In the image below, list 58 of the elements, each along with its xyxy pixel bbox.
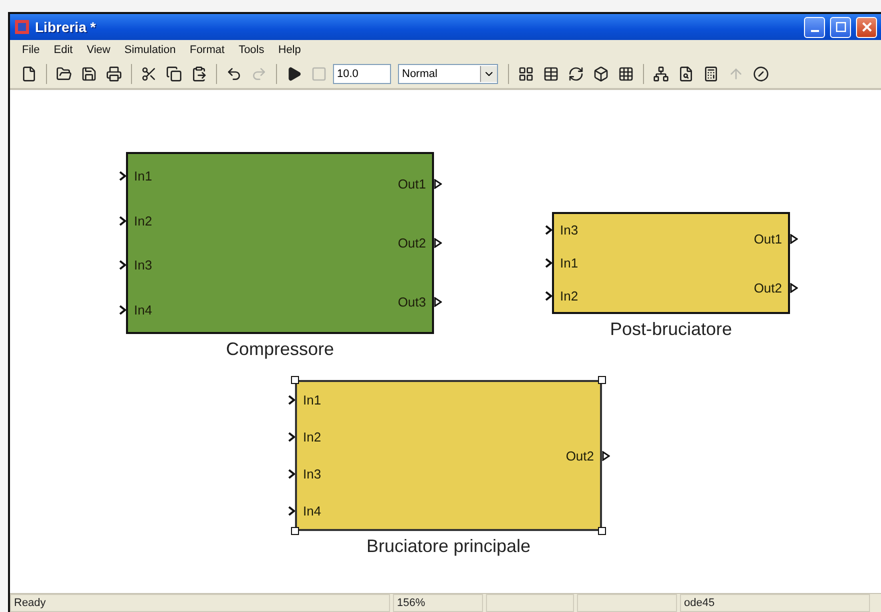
port-label: Out1 (398, 176, 426, 192)
port-label: In4 (303, 503, 322, 518)
port-label: Out2 (754, 280, 782, 295)
block-name: Post-bruciatore (610, 319, 732, 340)
input-port-icon (288, 506, 295, 516)
port-label: Out2 (566, 448, 594, 463)
port-label: In1 (303, 392, 322, 408)
status-text: Ready (10, 594, 390, 612)
selection-handle[interactable] (598, 527, 606, 535)
port-label: In2 (560, 288, 578, 304)
input-port-icon (119, 216, 126, 226)
close-button[interactable] (856, 16, 877, 38)
port-label: In3 (560, 222, 578, 238)
port-label: In1 (560, 256, 578, 270)
maximize-button[interactable] (830, 16, 851, 38)
port-label: In4 (134, 302, 152, 318)
port-label: Out3 (398, 294, 426, 310)
menu-item[interactable]: Format (184, 44, 231, 56)
stop-time-field[interactable]: 10.0 (333, 64, 391, 84)
menu-item[interactable]: Edit (48, 44, 79, 56)
selection-handle[interactable] (291, 376, 299, 384)
input-port-icon (288, 432, 295, 442)
selection-handle[interactable] (291, 527, 299, 535)
port-label: Out1 (754, 231, 782, 246)
menu-item[interactable]: Simulation (118, 44, 182, 56)
menu-item[interactable]: View (80, 44, 116, 56)
port-label: In1 (134, 168, 152, 184)
minimize-button[interactable] (804, 16, 825, 38)
port-label: Out2 (398, 236, 426, 250)
selection-handle[interactable] (598, 376, 606, 384)
port-label: In3 (303, 466, 322, 482)
maximize-icon (836, 22, 846, 32)
subsystem-block[interactable]: In3 In1 In2 Out1 Out2 (552, 212, 790, 314)
input-port-icon (288, 468, 295, 479)
window-title: Libreria * (35, 19, 97, 35)
minimize-icon (810, 30, 818, 32)
menu-item[interactable]: Help (272, 44, 307, 56)
port-label: In2 (134, 213, 152, 228)
port-label: In2 (303, 430, 322, 445)
input-port-icon (545, 290, 552, 301)
subsystem-block[interactable]: In1 In2 In3 In4 Out1 Out2 Out3 (126, 152, 434, 334)
solver-name: ode45 (680, 594, 870, 612)
mode-dropdown[interactable]: Normal (398, 64, 498, 84)
input-port-icon (545, 258, 552, 268)
menu-item[interactable]: Tools (232, 44, 270, 56)
input-port-icon (288, 395, 295, 406)
menu-item[interactable]: File (16, 44, 46, 56)
input-port-icon (119, 260, 126, 270)
zoom-level: 156% (393, 594, 483, 612)
input-port-icon (119, 171, 126, 182)
close-icon (862, 22, 872, 32)
block-name: Bruciatore principale (366, 536, 531, 557)
app-icon (14, 19, 30, 35)
subsystem-block[interactable]: In1 In2 In3 In4 Out2 (295, 380, 602, 531)
block-name: Compressore (226, 339, 334, 360)
input-port-icon (119, 304, 126, 315)
port-label: In3 (134, 258, 152, 273)
input-port-icon (545, 225, 552, 236)
